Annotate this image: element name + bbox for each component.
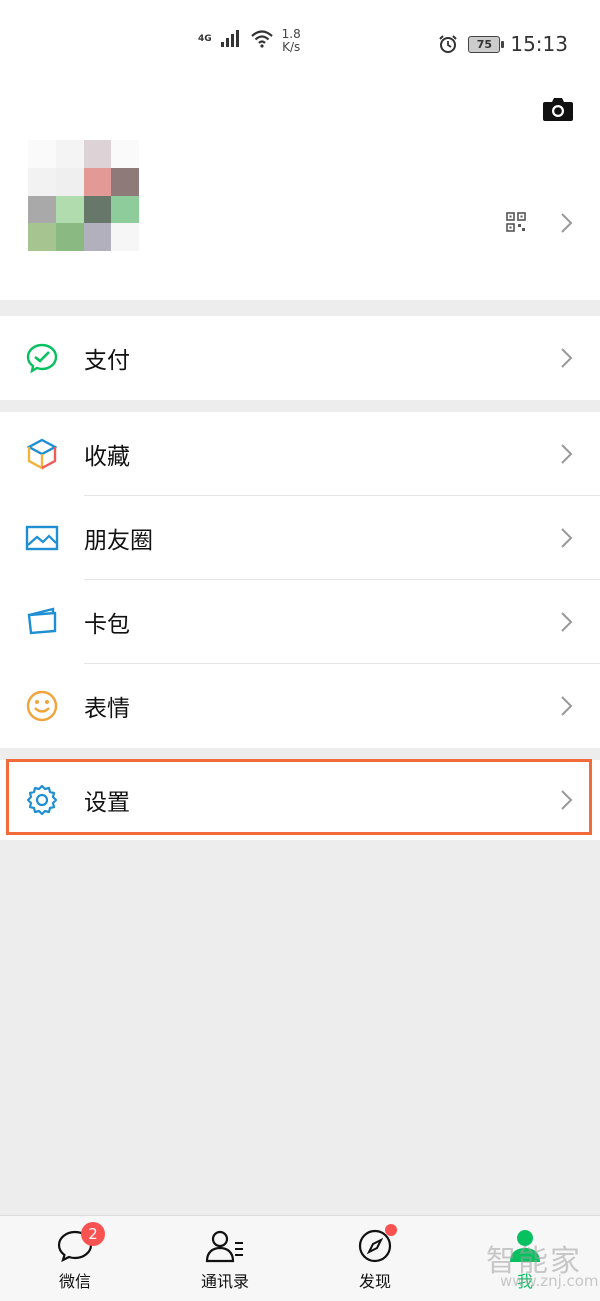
avatar-pixel (83, 223, 112, 251)
camera-icon[interactable] (542, 96, 574, 122)
menu-item-settings[interactable]: 设置 (0, 760, 600, 840)
wifi-icon (250, 30, 273, 48)
tab-discover[interactable]: 发现 (315, 1216, 435, 1301)
new-moments-dot (385, 1224, 397, 1236)
tab-label-discover: 发现 (358, 1272, 391, 1291)
avatar-pixel (55, 195, 84, 224)
favorites-cube-icon (25, 437, 59, 471)
chat-icon: 2 (55, 1222, 105, 1266)
qr-code-icon[interactable] (506, 212, 526, 232)
watermark-url: www.znj.com (500, 1272, 599, 1290)
chevron-right-icon[interactable] (560, 212, 574, 234)
menu-label-moments: 朋友圈 (84, 528, 153, 554)
menu-item-pay[interactable]: 支付 (0, 316, 600, 400)
avatar-pixel (55, 140, 84, 168)
avatar-pixel (111, 195, 139, 224)
menu-label-favorites: 收藏 (84, 444, 130, 470)
chevron-right-icon (561, 790, 573, 810)
unread-badge: 2 (81, 1222, 105, 1246)
avatar-pixel (55, 167, 84, 196)
sticker-smile-icon (25, 689, 59, 723)
menu-item-favorites[interactable]: 收藏 (0, 412, 600, 496)
speed-unit: K/s (282, 40, 301, 54)
menu-item-cards[interactable]: 卡包 (0, 580, 600, 664)
battery-level: 75 (476, 37, 493, 51)
avatar[interactable] (28, 140, 139, 251)
wechat-pay-icon (25, 341, 59, 375)
chevron-right-icon (561, 696, 573, 716)
status-bar: 4G 1.8 K/s 75 15:13 (0, 0, 600, 90)
avatar-pixel (83, 140, 112, 168)
alarm-icon (439, 35, 458, 53)
signal-icon (220, 30, 239, 47)
tab-label-chats: 微信 (58, 1272, 91, 1291)
network-type: 4G (198, 34, 212, 44)
menu-label-settings: 设置 (84, 790, 130, 816)
avatar-pixel (28, 195, 56, 224)
avatar-pixel (111, 167, 139, 196)
clock: 15:13 (510, 32, 568, 56)
chevron-right-icon (561, 348, 573, 368)
contacts-icon (205, 1226, 245, 1266)
status-left: 4G 1.8 K/s (198, 28, 301, 54)
avatar-pixel (28, 223, 56, 251)
avatar-pixel (55, 223, 84, 251)
avatar-pixel (28, 167, 56, 196)
menu-item-stickers[interactable]: 表情 (0, 664, 600, 748)
moments-photo-icon (25, 521, 59, 555)
profile-header[interactable] (0, 90, 600, 300)
menu-label-cards: 卡包 (84, 612, 130, 638)
avatar-pixel (111, 223, 139, 251)
chevron-right-icon (561, 612, 573, 632)
settings-gear-icon (25, 783, 59, 817)
status-right: 75 15:13 (438, 32, 568, 56)
menu-label-stickers: 表情 (84, 696, 130, 722)
menu-label-pay: 支付 (84, 348, 130, 374)
tab-chats[interactable]: 2 微信 (15, 1216, 135, 1301)
avatar-pixel (28, 140, 56, 168)
pay-section: 支付 (0, 316, 600, 400)
tab-contacts[interactable]: 通讯录 (165, 1216, 285, 1301)
discover-compass-icon (355, 1224, 397, 1266)
card-wallet-icon (25, 605, 59, 639)
menu-item-moments[interactable]: 朋友圈 (0, 496, 600, 580)
settings-section: 设置 (0, 760, 600, 840)
bottom-tab-bar: 2 微信 通讯录 发现 我 智能家 www.znj.com (0, 1215, 600, 1301)
tab-label-contacts: 通讯录 (200, 1272, 249, 1291)
features-section: 收藏 朋友圈 卡包 表情 (0, 412, 600, 748)
avatar-pixel (111, 140, 139, 168)
battery-icon: 75 (468, 35, 505, 53)
chevron-right-icon (561, 444, 573, 464)
avatar-pixel (83, 167, 112, 196)
network-speed: 1.8 K/s (282, 28, 301, 54)
avatar-pixel (83, 195, 112, 224)
chevron-right-icon (561, 528, 573, 548)
